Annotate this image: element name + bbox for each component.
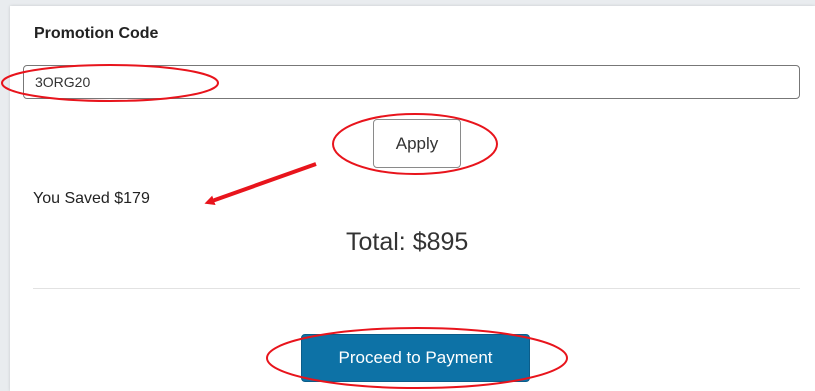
apply-button[interactable]: Apply — [373, 119, 461, 168]
promotion-code-label: Promotion Code — [34, 25, 159, 42]
checkout-page: Promotion Code Apply You Saved $179 Tota… — [0, 0, 815, 391]
order-total: Total: $895 — [346, 228, 469, 256]
savings-text: You Saved $179 — [33, 190, 150, 207]
promotion-code-input[interactable] — [23, 65, 800, 99]
proceed-to-payment-button[interactable]: Proceed to Payment — [301, 334, 530, 382]
section-divider — [33, 288, 800, 289]
